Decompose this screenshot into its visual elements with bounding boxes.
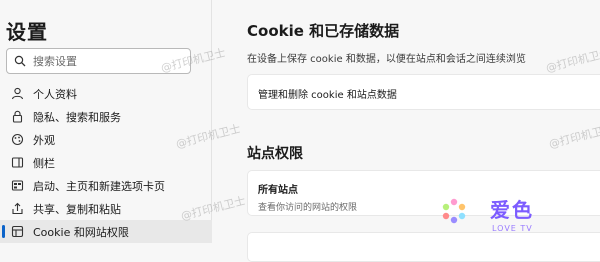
cookie-permissions-icon [10, 225, 24, 239]
brand-name: 爱色 [490, 198, 534, 222]
sidebar-item-label: 个人资料 [33, 87, 77, 101]
sidebar-item-profile[interactable]: 个人资料 [0, 82, 212, 105]
search-icon [7, 55, 33, 67]
sidebar-item-label: 隐私、搜索和服务 [33, 110, 121, 124]
sidebar-icon [10, 156, 24, 170]
profile-icon [10, 87, 24, 101]
brand-subtitle: LOVE TV [492, 224, 533, 233]
sidebar-item-label: 共享、复制和粘贴 [33, 202, 121, 216]
sidebar-item-privacy[interactable]: 隐私、搜索和服务 [0, 105, 212, 128]
sidebar-item-share[interactable]: 共享、复制和粘贴 [0, 197, 212, 220]
site-permissions-heading: 站点权限 [247, 146, 303, 162]
sidebar-title: 设置 [6, 20, 48, 44]
main-content: Cookie 和已存储数据 在设备上保存 cookie 和数据，以便在站点和会话… [212, 0, 600, 262]
sidebar-item-label: Cookie 和网站权限 [33, 225, 129, 239]
search-input[interactable] [33, 54, 183, 68]
page-description: 在设备上保存 cookie 和数据，以便在站点和会话之间连续浏览 [247, 54, 526, 65]
sidebar-item-startup[interactable]: 启动、主页和新建选项卡页 [0, 174, 212, 197]
sidebar-item-label: 侧栏 [33, 156, 55, 170]
sidebar-item-appearance[interactable]: 外观 [0, 128, 212, 151]
lock-icon [10, 110, 24, 124]
manage-cookies-label: 管理和删除 cookie 和站点数据 [258, 90, 397, 101]
manage-cookies-card[interactable]: 管理和删除 cookie 和站点数据 [247, 74, 600, 110]
next-card[interactable] [247, 232, 600, 262]
share-icon [10, 202, 24, 216]
home-icon [10, 179, 24, 193]
appearance-icon [10, 133, 24, 147]
sidebar: 设置 个人资料 隐私、搜索和服务 外观 [0, 0, 212, 243]
sidebar-nav: 个人资料 隐私、搜索和服务 外观 侧栏 启动、主页和新建选项卡页 共享、复制和粘… [0, 82, 212, 243]
sidebar-item-sidebar[interactable]: 侧栏 [0, 151, 212, 174]
sidebar-item-label: 外观 [33, 133, 55, 147]
sidebar-item-cookies[interactable]: Cookie 和网站权限 [0, 220, 212, 243]
all-sites-title: 所有站点 [258, 185, 298, 196]
all-sites-description: 查看你访问的网站的权限 [258, 203, 358, 213]
sidebar-item-label: 启动、主页和新建选项卡页 [33, 179, 165, 193]
search-box[interactable] [6, 48, 191, 74]
all-sites-card[interactable]: 所有站点 查看你访问的网站的权限 [247, 170, 600, 216]
page-title: Cookie 和已存储数据 [247, 22, 400, 40]
